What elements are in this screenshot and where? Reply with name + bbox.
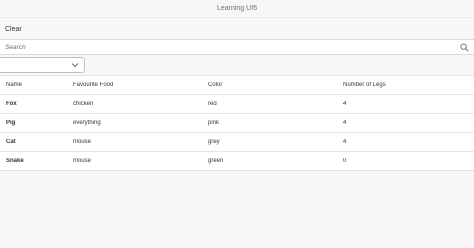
column-header-number-of-legs[interactable]: Number of Legs xyxy=(337,82,474,88)
filter-select[interactable] xyxy=(0,57,85,73)
cell-favourite-food: mouse xyxy=(73,139,92,145)
search-icon[interactable] xyxy=(457,40,471,54)
table-row[interactable]: Pig everything pink 4 xyxy=(0,114,474,133)
cell-name: Snake xyxy=(6,158,24,164)
chevron-down-icon[interactable] xyxy=(68,58,82,72)
table-row[interactable]: Cat mouse grey 4 xyxy=(0,133,474,152)
cell-number-of-legs: 0 xyxy=(343,158,347,164)
animals-table: Name Favourite Food Color Number of Legs… xyxy=(0,75,474,171)
cell-name: Cat xyxy=(6,139,16,145)
table-row[interactable]: Snake mouse green 0 xyxy=(0,152,474,171)
search-input[interactable] xyxy=(0,40,457,54)
cell-favourite-food: chicken xyxy=(73,101,94,107)
cell-name: Fox xyxy=(6,101,17,107)
cell-color: pink xyxy=(208,120,220,126)
cell-color: grey xyxy=(208,139,220,145)
cell-color: red xyxy=(208,101,217,107)
app-title: Learning UI5 xyxy=(216,5,258,12)
cell-favourite-food: everything xyxy=(73,120,101,126)
column-header-color[interactable]: Color xyxy=(202,82,337,88)
cell-number-of-legs: 4 xyxy=(343,101,347,107)
toolbar: Clear xyxy=(0,19,474,39)
table-row[interactable]: Fox chicken red 4 xyxy=(0,95,474,114)
cell-favourite-food: mouse xyxy=(73,158,92,164)
cell-number-of-legs: 4 xyxy=(343,120,347,126)
search-bar xyxy=(0,39,474,55)
column-header-favourite-food[interactable]: Favourite Food xyxy=(67,82,202,88)
column-header-name[interactable]: Name xyxy=(0,82,67,88)
app-header: Learning UI5 xyxy=(0,0,474,18)
clear-button[interactable]: Clear xyxy=(5,26,22,33)
cell-color: green xyxy=(208,158,224,164)
cell-name: Pig xyxy=(6,120,16,126)
cell-number-of-legs: 4 xyxy=(343,139,347,145)
filter-row xyxy=(0,55,474,75)
table-header-row: Name Favourite Food Color Number of Legs xyxy=(0,76,474,95)
empty-content-area xyxy=(0,171,474,248)
